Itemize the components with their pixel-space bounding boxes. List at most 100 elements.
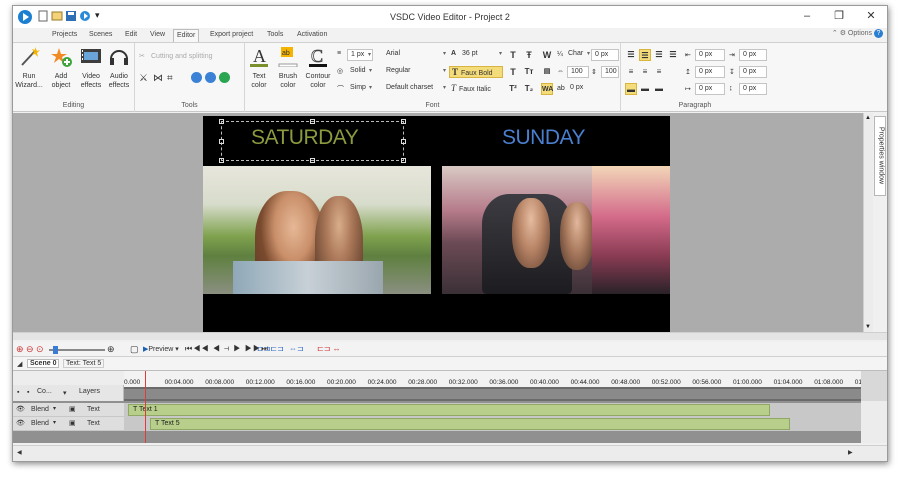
split-icon[interactable]: ⚔ [139,73,148,84]
font-name-select[interactable]: Arial ▾ [383,49,447,61]
first-line-field[interactable]: 0 px [695,83,725,95]
timeline-ruler[interactable]: 0.000 00:04.000 00:08.000 00:12.000 00:16.00… [124,371,871,401]
resize-handle[interactable] [219,139,224,144]
justify-icon[interactable]: ☰ [667,49,679,61]
tab-activation[interactable]: Activation [294,29,330,42]
align-left-icon[interactable]: ☰ [625,49,637,61]
zoom-fit-icon[interactable]: ⊙ [36,344,44,355]
text-effect-button[interactable]: WA [541,83,553,95]
align-right-icon[interactable]: ☰ [653,49,665,61]
wrap-text-button[interactable]: W [541,49,553,61]
zoom-out-icon[interactable]: ⊖ [26,344,34,355]
close-button[interactable]: ✕ [857,8,885,25]
blend-select[interactable]: Blend [31,403,49,416]
zoom-in-icon[interactable]: ⊕ [16,344,24,355]
resize-handle[interactable] [219,158,224,163]
small-caps-button[interactable]: Tᴛ [523,66,535,78]
timeline-horizontal-scrollbar[interactable]: ◀ ▶ [13,445,887,461]
blend-dropdown-icon[interactable]: ▾ [53,417,56,430]
blend-dropdown-icon[interactable]: ▾ [53,403,56,416]
line-style-field[interactable]: Solid ▾ [347,66,373,78]
text-color-button[interactable]: A Text color [245,45,273,90]
add-object-button[interactable]: Add object [47,45,75,90]
text-saturday[interactable]: SATURDAY [251,126,359,150]
subscript-button[interactable]: T₂ [523,83,535,95]
split-audio-icon[interactable]: ⇔⊐ [289,344,304,353]
restore-button[interactable]: ❐ [825,8,853,25]
indent-left-field[interactable]: 0 px [695,49,725,61]
stabilize-icon[interactable] [219,72,230,83]
scroll-up-icon[interactable]: ▲ [865,115,871,121]
canvas-horizontal-scrollbar[interactable] [13,332,887,340]
resize-handle[interactable] [401,158,406,163]
cut-markers-icon[interactable]: ⊏⊐ ↔ [317,344,341,353]
strikethrough-button[interactable]: Ŧ [523,49,535,61]
clip-text-1[interactable]: T Text 1 [128,404,770,416]
blend-select[interactable]: Blend [31,417,49,430]
line-width-field[interactable]: 1 px ▾ [347,49,373,61]
resize-handle[interactable] [401,139,406,144]
numbered-list-icon[interactable]: ▬ [639,83,651,95]
valign-bottom-icon[interactable]: ≡ [653,66,665,78]
eye-icon[interactable]: 👁 [16,417,25,430]
contour-color-button[interactable]: C Contour color [304,45,332,90]
indent-right-field[interactable]: 0 px [739,49,767,61]
scene-canvas[interactable]: SATURDAY SUNDAY [13,113,863,332]
charset-select[interactable]: Default charset ▾ [383,83,447,95]
text-sunday[interactable]: SUNDAY [502,126,585,150]
char-spacing-field[interactable]: 0 px [591,49,619,61]
video-clip-left[interactable] [203,166,431,294]
run-wizard-button[interactable]: Run Wizard... [15,45,43,90]
expand-icon[interactable]: ▾ [63,389,67,397]
tracks-vertical-scrollbar[interactable] [861,401,887,443]
faux-bold-button[interactable]: T Faux Bold [449,66,503,78]
resize-handle[interactable] [219,119,224,124]
text-outline-button[interactable]: ▤ [541,66,553,78]
tab-text-5[interactable]: Text: Text 5 [63,359,105,368]
resize-handle[interactable] [401,119,406,124]
tab-tools[interactable]: Tools [264,29,286,42]
baseline-field[interactable]: 0 px [567,83,593,95]
track-row-2[interactable]: 👁 Blend ▾ ▣ Text [13,417,124,431]
valign-top-icon[interactable]: ≡ [625,66,637,78]
snapshot-icon[interactable]: ▢ [130,344,139,355]
tab-scene-0[interactable]: Scene 0 [27,359,60,368]
scroll-down-icon[interactable]: ▼ [865,324,871,330]
bullet-list-icon[interactable]: ▬ [625,83,637,95]
preview-button[interactable]: ▶Preview ▾ [143,345,179,353]
properties-window-tab[interactable]: Properties window [873,113,887,332]
bold-button[interactable]: T [507,49,519,61]
clip-text-5[interactable]: T Text 5 [150,418,790,430]
scroll-right-icon[interactable]: ▶ [848,449,853,456]
font-size-select[interactable]: 36 pt ▾ [459,49,503,61]
trim-icon[interactable]: ⋈ [153,73,163,84]
crop-icon[interactable]: ⌗ [167,73,173,84]
collapse-ribbon-icon[interactable]: ⌃ [832,30,838,37]
minimize-button[interactable]: – [793,8,821,25]
video-clip-right[interactable] [442,166,670,294]
line-type-field[interactable]: Simp ▾ [347,83,373,95]
align-center-icon[interactable]: ☰ [639,49,651,61]
rotate-right-icon[interactable] [205,72,216,83]
char-mode-select[interactable]: Char ▾ [565,49,591,61]
rotate-left-icon[interactable] [191,72,202,83]
scroll-left-icon[interactable]: ◀ [17,449,22,456]
tab-editor[interactable]: Editor [173,29,200,42]
space-after-field[interactable]: 0 px [739,66,767,78]
brush-color-button[interactable]: ab Brush color [274,45,302,90]
resize-handle[interactable] [310,158,315,163]
track-row-1[interactable]: 👁 Blend ▾ ▣ Text [13,403,124,417]
properties-tab-button[interactable]: Properties window [874,116,886,196]
tab-view[interactable]: View [147,29,168,42]
canvas-vertical-scrollbar[interactable]: ▲ ▼ [863,113,873,332]
marker-icons[interactable]: ⊏⊐⊏⊐ [257,344,284,353]
tab-edit[interactable]: Edit [122,29,140,42]
resize-handle[interactable] [310,119,315,124]
font-style-select[interactable]: Regular ▾ [383,66,447,78]
help-icon[interactable]: ? [874,29,883,38]
zoom-slider-thumb[interactable] [53,346,58,354]
scale-vertical-field[interactable]: 100 [601,66,619,78]
timeline-tracks[interactable]: 👁 Blend ▾ ▣ Text 👁 Blend ▾ ▣ Text T Text… [13,371,887,443]
video-effects-button[interactable]: Video effects [77,45,105,90]
space-before-field[interactable]: 0 px [695,66,725,78]
